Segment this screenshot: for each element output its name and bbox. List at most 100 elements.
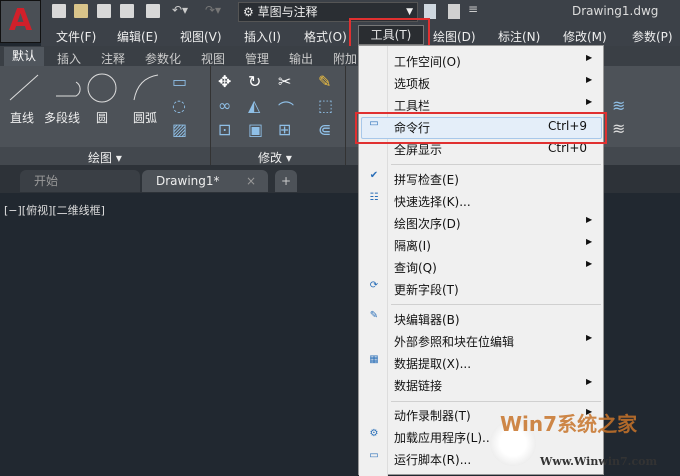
scale-icon[interactable]: ▣ bbox=[248, 120, 263, 139]
submenu-arrow-icon: ▶ bbox=[586, 259, 593, 268]
close-icon[interactable]: × bbox=[246, 170, 256, 192]
layer-icon[interactable]: ≋ bbox=[612, 96, 625, 115]
ribbon-tab-parametric[interactable]: 参数化 bbox=[145, 50, 181, 67]
file-tab-start[interactable]: 开始 bbox=[20, 170, 140, 192]
submenu-arrow-icon: ▶ bbox=[586, 53, 593, 62]
menu-view[interactable]: 视图(V) bbox=[180, 28, 222, 45]
menu-item-label: 外部参照和块在位编辑 bbox=[394, 335, 515, 349]
menu-edit[interactable]: 编辑(E) bbox=[117, 28, 158, 45]
ribbon-tab-output[interactable]: 输出 bbox=[289, 50, 313, 67]
ribbon-tab-view[interactable]: 视图 bbox=[201, 50, 225, 67]
stretch-icon[interactable]: ⊡ bbox=[218, 120, 231, 139]
menu-item[interactable]: ✎ 块编辑器(B) bbox=[359, 307, 603, 329]
arc-icon bbox=[133, 74, 159, 101]
run-script-icon: ▭ bbox=[369, 450, 379, 461]
ribbon-tab-manage[interactable]: 管理 bbox=[245, 50, 269, 67]
menu-item-label: 动作录制器(T) bbox=[394, 409, 471, 423]
circle-icon bbox=[87, 73, 117, 103]
array-icon[interactable]: ⊞ bbox=[278, 120, 291, 139]
offset-icon[interactable]: ⋐ bbox=[318, 120, 331, 139]
menu-item[interactable]: 工作空间(O) ▶ bbox=[359, 49, 603, 71]
menu-item-label: 绘图次序(D) bbox=[394, 217, 461, 231]
submenu-arrow-icon: ▶ bbox=[586, 377, 593, 386]
line-tool[interactable]: 直线 bbox=[10, 109, 34, 126]
share-icon[interactable] bbox=[424, 4, 436, 19]
file-tab-drawing1[interactable]: Drawing1* × bbox=[142, 170, 268, 192]
block-editor-icon: ✎ bbox=[369, 310, 379, 321]
modify-panel-title[interactable]: 修改 ▾ bbox=[258, 149, 292, 166]
arc-tool[interactable]: 圆弧 bbox=[133, 109, 157, 126]
panel-divider bbox=[345, 66, 346, 165]
ribbon-tab-annotate[interactable]: 注释 bbox=[101, 50, 125, 67]
menu-item[interactable]: 选项板 ▶ bbox=[359, 71, 603, 93]
submenu-arrow-icon: ▶ bbox=[586, 237, 593, 246]
mirror-icon[interactable]: ◭ bbox=[248, 96, 260, 115]
menu-format[interactable]: 格式(O) bbox=[304, 28, 347, 45]
polyline-icon bbox=[56, 81, 81, 97]
undo-icon[interactable]: ↶▾ bbox=[172, 3, 188, 17]
watermark-brand: Win7系统之家 bbox=[500, 412, 638, 436]
fillet-icon[interactable]: ⌒ bbox=[278, 96, 294, 120]
ribbon-tab-insert[interactable]: 插入 bbox=[57, 50, 81, 67]
move-icon[interactable]: ✥ bbox=[218, 72, 231, 91]
explode-icon[interactable]: ⬚ bbox=[318, 96, 333, 115]
menu-dimension[interactable]: 标注(N) bbox=[498, 28, 540, 45]
save-as-icon[interactable] bbox=[120, 4, 134, 18]
ellipse-icon[interactable]: ◌ bbox=[172, 96, 186, 115]
menu-file[interactable]: 文件(F) bbox=[56, 28, 96, 45]
ribbon-tab-default[interactable]: 默认 bbox=[4, 47, 44, 67]
ribbon-tab-addins[interactable]: 附加 bbox=[333, 50, 357, 67]
menu-item[interactable]: 外部参照和块在位编辑 ▶ bbox=[359, 329, 603, 351]
match-layer-icon[interactable]: ≋ bbox=[612, 119, 625, 138]
menu-item[interactable]: 绘图次序(D) ▶ bbox=[359, 211, 603, 233]
submenu-arrow-icon: ▶ bbox=[586, 97, 593, 106]
menu-item[interactable]: 查询(Q) ▶ bbox=[359, 255, 603, 277]
menu-item[interactable]: 隔离(I) ▶ bbox=[359, 233, 603, 255]
menu-item[interactable]: ⟳ 更新字段(T) bbox=[359, 277, 603, 299]
print-icon[interactable] bbox=[146, 4, 160, 18]
menu-parametric[interactable]: 参数(P) bbox=[632, 28, 673, 45]
menu-item-label: 数据链接 bbox=[394, 379, 443, 393]
submenu-arrow-icon: ▶ bbox=[586, 75, 593, 84]
watermark-url: Www.Winwin7.com bbox=[540, 455, 658, 468]
erase-icon[interactable]: ✎ bbox=[318, 72, 331, 91]
menu-modify[interactable]: 修改(M) bbox=[563, 28, 607, 45]
line-icon bbox=[9, 74, 39, 101]
menu-item-label: 选项板 bbox=[394, 77, 431, 91]
rotate-icon[interactable]: ↻ bbox=[248, 72, 261, 91]
menu-item[interactable]: ▦ 数据提取(X)... bbox=[359, 351, 603, 373]
menu-separator bbox=[391, 401, 601, 402]
menu-item-label: 块编辑器(B) bbox=[394, 313, 460, 327]
trim-icon[interactable]: ✂ bbox=[278, 72, 291, 91]
workspace-value: 草图与注释 bbox=[257, 5, 318, 19]
viewport-controls[interactable]: [−][俯视][二维线框] bbox=[4, 202, 105, 218]
new-tab-button[interactable]: + bbox=[275, 170, 297, 192]
new-icon[interactable] bbox=[52, 4, 66, 18]
copy-icon[interactable]: ∞ bbox=[218, 96, 231, 115]
tab-label: Drawing1* bbox=[156, 174, 220, 188]
menu-item-label: 更新字段(T) bbox=[394, 283, 459, 297]
hatch-icon[interactable]: ▨ bbox=[172, 120, 187, 139]
rectangle-icon[interactable]: ▭ bbox=[172, 72, 187, 91]
menu-separator bbox=[391, 304, 601, 305]
polyline-tool[interactable]: 多段线 bbox=[44, 109, 80, 126]
menu-item-label: 快速选择(K)... bbox=[394, 195, 471, 209]
load-application-icon: ⚙ bbox=[369, 428, 379, 439]
menu-item[interactable]: ☷ 快速选择(K)... bbox=[359, 189, 603, 211]
update-field-icon: ⟳ bbox=[369, 280, 379, 291]
document-title: Drawing1.dwg bbox=[572, 4, 659, 18]
draw-panel-title[interactable]: 绘图 ▾ bbox=[88, 149, 122, 166]
menu-item[interactable]: ✔ 拼写检查(E) bbox=[359, 167, 603, 189]
publish-icon[interactable] bbox=[448, 4, 460, 19]
menu-insert[interactable]: 插入(I) bbox=[244, 28, 281, 45]
open-icon[interactable] bbox=[74, 4, 88, 18]
customize-qa-icon[interactable]: ≡ bbox=[468, 2, 478, 16]
redo-icon[interactable]: ↷▾ bbox=[205, 3, 221, 17]
save-icon[interactable] bbox=[97, 4, 111, 18]
menu-item[interactable]: 数据链接 ▶ bbox=[359, 373, 603, 395]
app-menu-button[interactable]: A bbox=[0, 0, 41, 43]
gear-icon: ⚙ bbox=[243, 5, 254, 19]
menu-draw[interactable]: 绘图(D) bbox=[433, 28, 476, 45]
circle-tool[interactable]: 圆 bbox=[96, 109, 108, 126]
menu-item-label: 加载应用程序(L)... bbox=[394, 431, 494, 445]
